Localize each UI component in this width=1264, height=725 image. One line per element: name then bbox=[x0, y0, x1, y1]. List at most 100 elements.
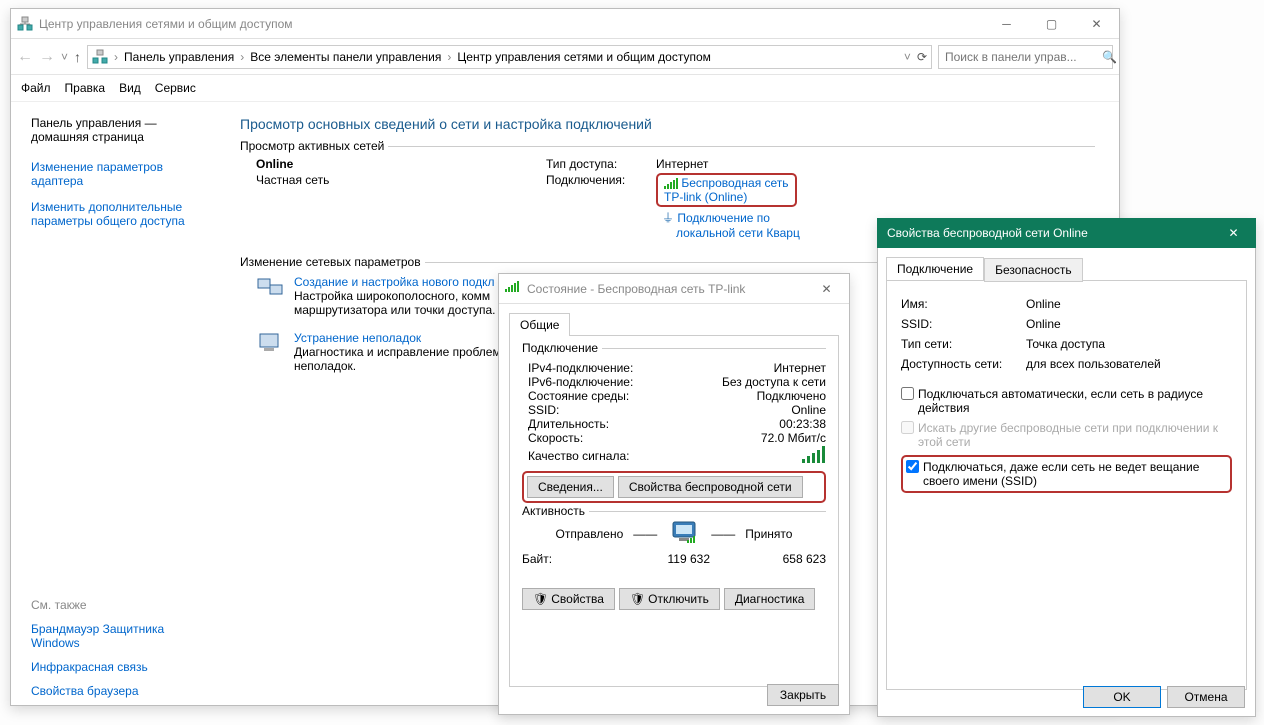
network-icon bbox=[92, 49, 108, 65]
dash: —— bbox=[633, 527, 657, 541]
wireless-connection-link[interactable]: Беспроводная сеть TP-link (Online) bbox=[664, 176, 789, 204]
sent-value: 119 632 bbox=[592, 552, 766, 566]
new-connection-desc: Настройка широкополосного, комммаршрутиз… bbox=[294, 289, 495, 317]
close-button[interactable]: ✕ bbox=[1074, 9, 1119, 38]
ipv6-value: Без доступа к сети bbox=[722, 375, 826, 389]
ssid-value: Online bbox=[1026, 317, 1061, 331]
search-icon[interactable]: 🔍 bbox=[1102, 50, 1117, 64]
activity-icon bbox=[667, 520, 701, 548]
auto-connect-label: Подключаться автоматически, если сеть в … bbox=[918, 387, 1232, 415]
dropdown-icon[interactable]: ˅ bbox=[904, 50, 911, 64]
menu-edit[interactable]: Правка bbox=[65, 81, 106, 95]
forward-button[interactable]: → bbox=[39, 48, 55, 66]
troubleshoot-icon bbox=[256, 331, 284, 373]
name-label: Имя: bbox=[901, 297, 1026, 311]
menu-file[interactable]: Файл bbox=[21, 81, 51, 95]
type-label: Тип сети: bbox=[901, 337, 1026, 351]
ethernet-icon: ⏚ bbox=[662, 211, 674, 225]
search-others-checkbox bbox=[901, 421, 914, 434]
window-title: Центр управления сетями и общим доступом bbox=[39, 17, 984, 31]
new-connection-icon bbox=[256, 275, 284, 317]
breadcrumb[interactable]: Панель управления bbox=[124, 50, 234, 64]
control-panel-home-link[interactable]: Панель управления — домашняя страница bbox=[31, 116, 204, 144]
auto-connect-checkbox[interactable] bbox=[901, 387, 914, 400]
see-also-title: См. также bbox=[31, 598, 204, 612]
ipv6-label: IPv6-подключение: bbox=[528, 375, 722, 389]
titlebar: Свойства беспроводной сети Online ✕ bbox=[877, 218, 1256, 248]
up-button[interactable]: ↑ bbox=[74, 49, 81, 65]
media-label: Состояние среды: bbox=[528, 389, 757, 403]
address-bar[interactable]: › Панель управления › Все элементы панел… bbox=[87, 45, 932, 69]
duration-label: Длительность: bbox=[528, 417, 779, 431]
cancel-button[interactable]: Отмена bbox=[1167, 686, 1245, 708]
troubleshoot-link[interactable]: Устранение неполадок bbox=[294, 331, 501, 345]
properties-button[interactable]: 🛡Свойства bbox=[522, 588, 615, 610]
speed-label: Скорость: bbox=[528, 431, 761, 445]
window-title: Свойства беспроводной сети Online bbox=[877, 226, 1211, 240]
refresh-icon[interactable]: ⟳ bbox=[917, 50, 927, 64]
group-connection: Подключение bbox=[522, 341, 602, 355]
sidebar-item-adapter[interactable]: Изменение параметров адаптера bbox=[31, 160, 204, 188]
highlight-hidden-ssid: Подключаться, даже если сеть не ведет ве… bbox=[901, 455, 1232, 493]
change-settings-title: Изменение сетевых параметров bbox=[240, 255, 425, 269]
tab-security[interactable]: Безопасность bbox=[984, 258, 1083, 282]
hidden-ssid-label: Подключаться, даже если сеть не ведет ве… bbox=[923, 460, 1227, 488]
ssid-value: Online bbox=[791, 403, 826, 417]
group-activity: Активность bbox=[522, 504, 589, 518]
disable-button[interactable]: 🛡Отключить bbox=[619, 588, 720, 610]
name-value: Online bbox=[1026, 297, 1061, 311]
signal-label: Качество сигнала: bbox=[528, 449, 802, 463]
back-button[interactable]: ← bbox=[17, 48, 33, 66]
breadcrumb[interactable]: Центр управления сетями и общим доступом bbox=[457, 50, 711, 64]
ethernet-connection-link[interactable]: ⏚ Подключение по локальной сети Кварц bbox=[662, 209, 800, 240]
ssid-label: SSID: bbox=[901, 317, 1026, 331]
ok-button[interactable]: OK bbox=[1083, 686, 1161, 708]
properties-dialog: Свойства беспроводной сети Online ✕ Подк… bbox=[877, 218, 1256, 717]
sidebar-item-sharing[interactable]: Изменить дополнительные параметры общего… bbox=[31, 200, 204, 228]
search-input[interactable] bbox=[943, 49, 1102, 65]
titlebar: Центр управления сетями и общим доступом… bbox=[11, 9, 1119, 39]
ipv4-label: IPv4-подключение: bbox=[528, 361, 774, 375]
search-others-label: Искать другие беспроводные сети при подк… bbox=[918, 421, 1232, 449]
close-button[interactable]: ✕ bbox=[1211, 219, 1256, 248]
diagnose-button[interactable]: Диагностика bbox=[724, 588, 816, 610]
shield-icon: 🛡 bbox=[630, 592, 645, 606]
type-value: Точка доступа bbox=[1026, 337, 1105, 351]
close-button[interactable]: ✕ bbox=[804, 274, 849, 303]
ssid-label: SSID: bbox=[528, 403, 791, 417]
menu-tools[interactable]: Сервис bbox=[155, 81, 196, 95]
shield-icon: 🛡 bbox=[533, 592, 548, 606]
details-button[interactable]: Сведения... bbox=[527, 476, 614, 498]
received-label: Принято bbox=[745, 527, 792, 541]
duration-value: 00:23:38 bbox=[779, 417, 826, 431]
maximize-button[interactable]: ▢ bbox=[1029, 9, 1074, 38]
new-connection-link[interactable]: Создание и настройка нового подкл bbox=[294, 275, 495, 289]
wireless-properties-button[interactable]: Свойства беспроводной сети bbox=[618, 476, 803, 498]
breadcrumb[interactable]: Все элементы панели управления bbox=[250, 50, 441, 64]
see-also-firewall[interactable]: Брандмауэр Защитника Windows bbox=[31, 622, 204, 650]
see-also-infrared[interactable]: Инфракрасная связь bbox=[31, 660, 204, 674]
window-title: Состояние - Беспроводная сеть TP-link bbox=[527, 282, 804, 296]
troubleshoot-desc: Диагностика и исправление проблемнеполад… bbox=[294, 345, 501, 373]
connections-label: Подключения: bbox=[546, 173, 656, 240]
media-value: Подключено bbox=[757, 389, 826, 403]
highlight-buttons: Сведения... Свойства беспроводной сети bbox=[522, 471, 826, 503]
menu-view[interactable]: Вид bbox=[119, 81, 141, 95]
search-box[interactable]: 🔍 bbox=[938, 45, 1113, 69]
close-dialog-button[interactable]: Закрыть bbox=[767, 684, 839, 706]
titlebar: Состояние - Беспроводная сеть TP-link ✕ bbox=[499, 274, 849, 304]
bytes-label: Байт: bbox=[522, 552, 592, 566]
hidden-ssid-checkbox[interactable] bbox=[906, 460, 919, 473]
network-type: Частная сеть bbox=[256, 173, 546, 187]
signal-icon bbox=[505, 281, 521, 297]
minimize-button[interactable]: ─ bbox=[984, 9, 1029, 38]
see-also-browser[interactable]: Свойства браузера bbox=[31, 684, 204, 698]
tab-connection[interactable]: Подключение bbox=[886, 257, 984, 280]
signal-strength-icon bbox=[802, 445, 826, 463]
availability-value: для всех пользователей bbox=[1026, 357, 1161, 371]
network-name: Online bbox=[256, 157, 546, 171]
status-dialog: Состояние - Беспроводная сеть TP-link ✕ … bbox=[498, 273, 850, 715]
recent-dropdown[interactable]: ˅ bbox=[61, 50, 68, 64]
access-type-label: Тип доступа: bbox=[546, 157, 656, 171]
tab-general[interactable]: Общие bbox=[509, 313, 570, 336]
